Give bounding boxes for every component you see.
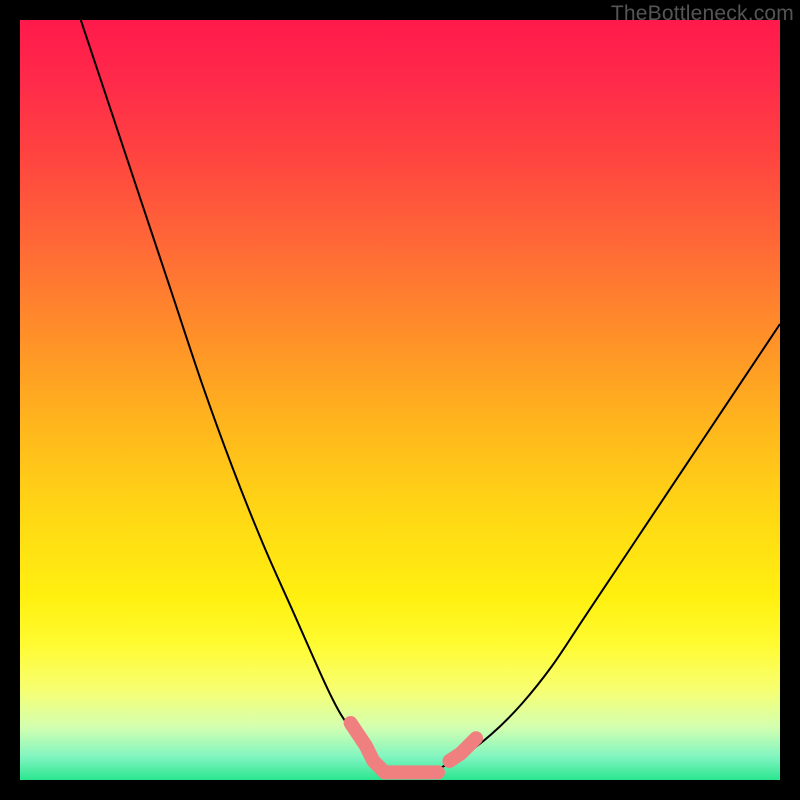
left-curve-path	[81, 20, 385, 772]
markers-right-path	[449, 738, 476, 761]
chart-frame: TheBottleneck.com	[0, 0, 800, 800]
plot-area	[20, 20, 780, 780]
markers-left-path	[351, 723, 385, 772]
right-curve-path	[430, 324, 780, 772]
curve-layer	[20, 20, 780, 780]
